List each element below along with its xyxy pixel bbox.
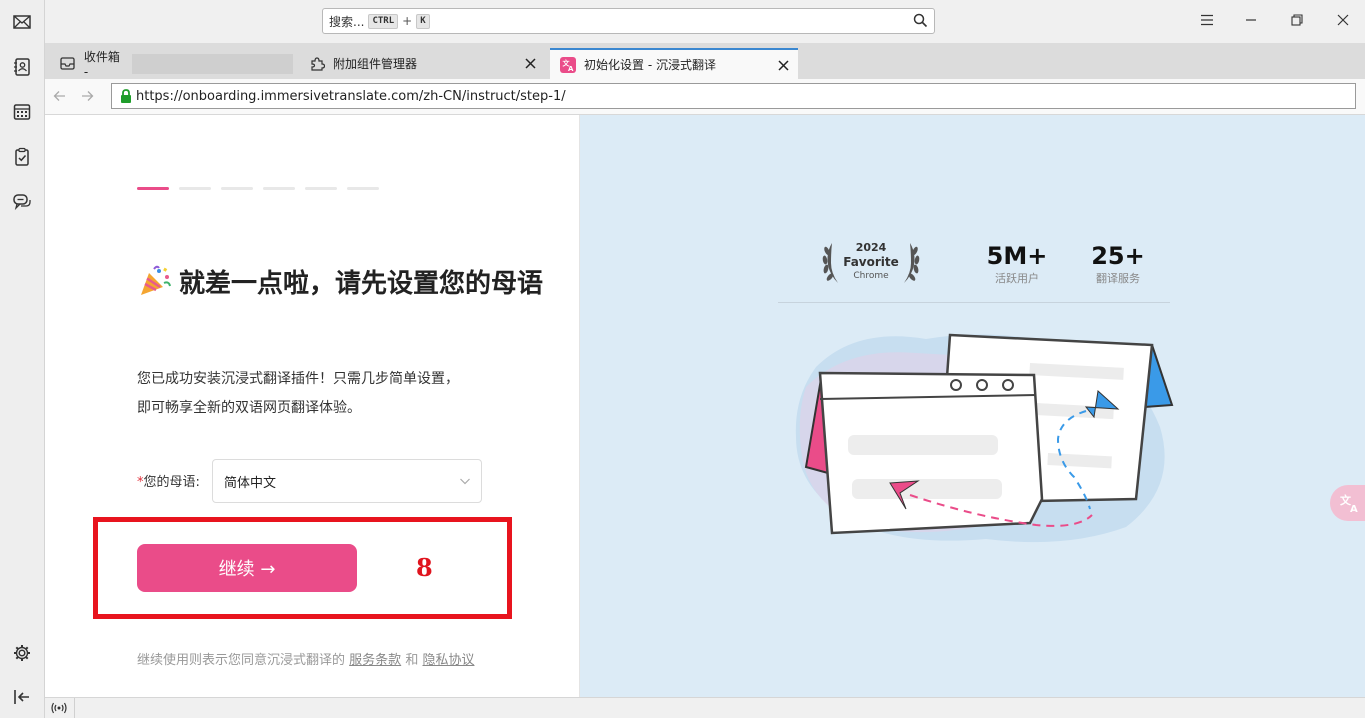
address-book-icon[interactable] (10, 55, 34, 79)
step-progress (137, 187, 379, 190)
award-title: Favorite (843, 255, 899, 269)
shortcut-k-key: K (416, 13, 430, 29)
tab-label: 附加组件管理器 (333, 57, 418, 71)
translation-services-stat: 25+ 翻译服务 (1090, 241, 1146, 287)
step-indicator (305, 187, 337, 190)
continue-button[interactable]: 继续 → (137, 544, 357, 592)
translation-services-number: 25+ (1091, 242, 1145, 270)
shortcut-ctrl-key: CTRL (368, 13, 399, 29)
intro-description: 您已成功安装沉浸式翻译插件！只需几步简单设置，即可畅享全新的双语网页翻译体验。 (137, 371, 459, 416)
search-icon[interactable] (913, 13, 928, 31)
active-users-label: 活跃用户 (995, 272, 1039, 285)
privacy-policy-link[interactable]: 隐私协议 (422, 653, 474, 668)
url-text: https://onboarding.immersivetranslate.co… (136, 88, 566, 104)
terms-notice: 继续使用则表示您同意沉浸式翻译的 服务条款 和 隐私协议 (137, 649, 474, 668)
active-users-stat: 5M+ 活跃用户 (984, 241, 1050, 287)
title-bar: 搜索... CTRL + K (45, 0, 1365, 43)
step-indicator (347, 187, 379, 190)
tab-immersive-translate-setup[interactable]: 文A 初始化设置 - 沉浸式翻译 (550, 48, 798, 79)
terms-prefix: 继续使用则表示您同意沉浸式翻译的 (137, 653, 346, 668)
translation-services-label: 翻译服务 (1096, 272, 1140, 285)
native-language-label-text: 您的母语: (143, 475, 200, 490)
spaces-toolbar (0, 0, 45, 718)
online-status-icon[interactable] (51, 701, 67, 715)
native-language-label: *您的母语: (137, 471, 200, 490)
headline-text: 就差一点啦，请先设置您的母语 (179, 269, 544, 299)
status-divider (74, 698, 75, 718)
puzzle-icon (309, 56, 325, 72)
stats-row: 2024 Favorite Chrome 5M+ 活跃用户 25+ 翻译服务 (778, 237, 1170, 303)
svg-text:A: A (568, 65, 574, 73)
url-field[interactable]: https://onboarding.immersivetranslate.co… (111, 83, 1356, 109)
tab-inbox[interactable]: 收件箱 - (50, 48, 293, 79)
close-tab-icon[interactable] (523, 56, 537, 70)
page-title: 就差一点啦，请先设置您的母语 (137, 263, 557, 305)
minimize-icon[interactable] (1243, 12, 1259, 28)
tab-label: 初始化设置 - 沉浸式翻译 (584, 58, 716, 72)
calendar-icon[interactable] (10, 100, 34, 124)
active-users-number: 5M+ (986, 242, 1048, 270)
settings-gear-icon[interactable] (10, 641, 34, 665)
chat-icon[interactable] (10, 190, 34, 214)
chrome-favorite-award: 2024 Favorite Chrome (818, 239, 924, 289)
search-input[interactable]: 搜索... CTRL + K (322, 8, 935, 34)
annotation-step-number: 8 (416, 553, 433, 582)
chevron-down-icon (459, 475, 471, 491)
app-menu-icon[interactable] (1199, 12, 1215, 28)
terms-and: 和 (405, 653, 419, 668)
navigation-bar: https://onboarding.immersivetranslate.co… (45, 79, 1365, 115)
step-indicator (263, 187, 295, 190)
step-indicator (179, 187, 211, 190)
native-language-select[interactable]: 简体中文 (212, 459, 482, 503)
search-placeholder: 搜索... (329, 14, 365, 29)
page-content: 就差一点啦，请先设置您的母语 您已成功安装沉浸式翻译插件！只需几步简单设置，即可… (45, 115, 1365, 697)
svg-text:A: A (1350, 504, 1358, 514)
tab-label: 收件箱 - (83, 50, 120, 79)
shortcut-plus: + (402, 14, 413, 28)
award-text: 2024 Favorite Chrome (818, 241, 924, 283)
party-popper-icon (137, 265, 173, 297)
translation-pages-illustration (795, 333, 1174, 543)
terms-of-service-link[interactable]: 服务条款 (349, 653, 401, 668)
step-indicator (221, 187, 253, 190)
forward-arrow-icon[interactable] (80, 89, 94, 103)
step-indicator (137, 187, 169, 190)
restore-icon[interactable] (1289, 12, 1305, 28)
immersive-translate-icon: 文A (560, 56, 576, 73)
collapse-sidebar-icon[interactable] (10, 685, 34, 709)
redacted-account-name (131, 53, 293, 74)
mail-icon[interactable] (10, 10, 34, 34)
tab-addons-manager[interactable]: 附加组件管理器 (299, 48, 545, 79)
back-arrow-icon[interactable] (52, 89, 66, 103)
inbox-icon (60, 56, 76, 72)
close-window-icon[interactable] (1335, 12, 1351, 28)
tasks-icon[interactable] (10, 145, 34, 169)
selected-language: 简体中文 (224, 475, 277, 491)
onboarding-form-panel: 就差一点啦，请先设置您的母语 您已成功安装沉浸式翻译插件！只需几步简单设置，即可… (45, 115, 580, 697)
promo-panel: 2024 Favorite Chrome 5M+ 活跃用户 25+ 翻译服务 (580, 115, 1365, 697)
floating-translate-button[interactable]: 文A (1330, 485, 1365, 521)
translate-icon: 文A (1340, 493, 1358, 514)
tab-bar: 收件箱 - 附加组件管理器 文A 初始化设置 - 沉浸式翻译 (45, 43, 1365, 79)
award-subtitle: Chrome (853, 271, 889, 281)
close-tab-icon[interactable] (776, 58, 790, 72)
secure-lock-icon (120, 89, 132, 103)
status-bar (45, 697, 1365, 718)
award-year: 2024 (855, 241, 887, 254)
